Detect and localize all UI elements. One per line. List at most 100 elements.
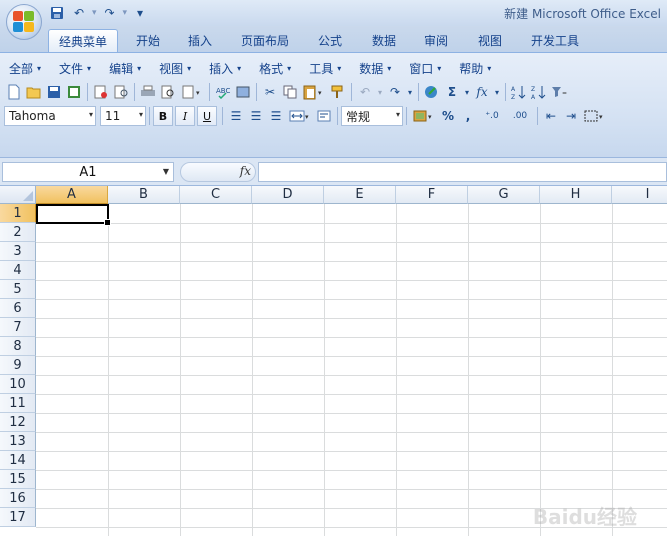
hyperlink-icon[interactable]: [422, 82, 442, 102]
menu-data[interactable]: 数据 ▾: [354, 58, 396, 78]
tab-data[interactable]: 数据: [362, 29, 406, 52]
menu-all[interactable]: 全部 ▾: [4, 58, 46, 78]
row-header-9[interactable]: 9: [0, 356, 36, 375]
number-format-select[interactable]: 常规 ▾: [341, 106, 403, 126]
menu-insert[interactable]: 插入 ▾: [204, 58, 246, 78]
open-folder-icon[interactable]: [24, 82, 44, 102]
research-icon[interactable]: ▾: [178, 82, 206, 102]
column-header-i[interactable]: I: [612, 186, 667, 204]
row-header-2[interactable]: 2: [0, 223, 36, 242]
row-header-13[interactable]: 13: [0, 432, 36, 451]
menu-edit[interactable]: 编辑 ▾: [104, 58, 146, 78]
menu-format[interactable]: 格式 ▾: [254, 58, 296, 78]
row-header-3[interactable]: 3: [0, 242, 36, 261]
align-left-icon[interactable]: ☰: [226, 106, 246, 126]
tab-view[interactable]: 视图: [468, 29, 512, 52]
redo-icon[interactable]: ↷: [101, 4, 119, 22]
select-all-button[interactable]: [0, 186, 36, 204]
column-header-c[interactable]: C: [180, 186, 252, 204]
increase-decimal-button[interactable]: ⁺.0: [478, 106, 506, 126]
name-box[interactable]: A1 ▼: [2, 162, 174, 182]
menu-tools[interactable]: 工具 ▾: [304, 58, 346, 78]
sort-descending-icon[interactable]: ZA: [529, 82, 549, 102]
decrease-decimal-button[interactable]: .00: [506, 106, 534, 126]
column-header-f[interactable]: F: [396, 186, 468, 204]
tab-classic-menu[interactable]: 经典菜单: [48, 29, 118, 52]
percent-style-button[interactable]: %: [438, 106, 458, 126]
borders-icon[interactable]: ▾: [581, 106, 609, 126]
bold-button[interactable]: B: [153, 106, 173, 126]
copy-icon[interactable]: [280, 82, 300, 102]
tab-review[interactable]: 审阅: [414, 29, 458, 52]
office-button[interactable]: [6, 4, 42, 40]
insert-function-button[interactable]: fx: [240, 164, 251, 178]
paste-icon[interactable]: ▾: [300, 82, 328, 102]
increase-indent-icon[interactable]: ⇥: [561, 106, 581, 126]
insert-function-icon[interactable]: fx: [472, 82, 492, 102]
undo-icon[interactable]: ↶: [355, 82, 375, 102]
undo-dropdown-icon[interactable]: ▾: [375, 82, 385, 102]
format-painter-icon[interactable]: [328, 82, 348, 102]
redo-icon[interactable]: ↷: [385, 82, 405, 102]
row-header-6[interactable]: 6: [0, 299, 36, 318]
align-right-icon[interactable]: ☰: [266, 106, 286, 126]
decrease-indent-icon[interactable]: ⇤: [541, 106, 561, 126]
accounting-format-icon[interactable]: ▾: [410, 106, 438, 126]
row-header-17[interactable]: 17: [0, 508, 36, 527]
align-center-icon[interactable]: ☰: [246, 106, 266, 126]
row-header-4[interactable]: 4: [0, 261, 36, 280]
permission-icon[interactable]: [64, 82, 84, 102]
row-header-1[interactable]: 1: [0, 204, 36, 223]
undo-icon[interactable]: ↶: [70, 4, 88, 22]
tab-insert[interactable]: 插入: [178, 29, 222, 52]
menu-view[interactable]: 视图 ▾: [154, 58, 196, 78]
save-icon[interactable]: [48, 4, 66, 22]
worksheet-grid[interactable]: A B C D E F G H I 1 2 3 4 5 6 7 8 9 10 11 12 13 14 15 16 17: [0, 186, 667, 536]
new-document-icon[interactable]: [4, 82, 24, 102]
column-header-d[interactable]: D: [252, 186, 324, 204]
insert-function-dropdown-icon[interactable]: ▾: [492, 82, 502, 102]
column-header-h[interactable]: H: [540, 186, 612, 204]
row-header-15[interactable]: 15: [0, 470, 36, 489]
row-header-5[interactable]: 5: [0, 280, 36, 299]
sort-ascending-icon[interactable]: AZ: [509, 82, 529, 102]
undo-dropdown-icon[interactable]: ▾: [92, 8, 97, 18]
row-header-12[interactable]: 12: [0, 413, 36, 432]
underline-button[interactable]: U: [197, 106, 217, 126]
tab-page-layout[interactable]: 页面布局: [232, 29, 298, 52]
font-name-select[interactable]: Tahoma ▾: [4, 106, 96, 126]
customize-qat-icon[interactable]: ▾: [131, 4, 149, 22]
comma-style-button[interactable]: ,: [458, 106, 478, 126]
spelling-icon[interactable]: ABC: [213, 82, 233, 102]
research-book-icon[interactable]: [233, 82, 253, 102]
column-header-a[interactable]: A: [36, 186, 108, 204]
column-header-b[interactable]: B: [108, 186, 180, 204]
redo-dropdown-icon[interactable]: ▾: [405, 82, 415, 102]
cut-icon[interactable]: ✂: [260, 82, 280, 102]
tab-developer[interactable]: 开发工具: [522, 29, 588, 52]
print-icon[interactable]: [138, 82, 158, 102]
row-header-8[interactable]: 8: [0, 337, 36, 356]
font-size-select[interactable]: 11 ▾: [100, 106, 146, 126]
italic-button[interactable]: I: [175, 106, 195, 126]
wrap-text-icon[interactable]: [314, 106, 334, 126]
column-header-g[interactable]: G: [468, 186, 540, 204]
redo-dropdown-icon[interactable]: ▾: [123, 8, 128, 18]
preview-icon[interactable]: [158, 82, 178, 102]
autosum-dropdown-icon[interactable]: ▾: [462, 82, 472, 102]
autosum-icon[interactable]: Σ: [442, 82, 462, 102]
menu-window[interactable]: 窗口 ▾: [404, 58, 446, 78]
row-header-10[interactable]: 10: [0, 375, 36, 394]
row-header-11[interactable]: 11: [0, 394, 36, 413]
filter-icon[interactable]: =: [549, 82, 569, 102]
row-header-16[interactable]: 16: [0, 489, 36, 508]
formula-input[interactable]: [258, 162, 667, 182]
email-icon[interactable]: [91, 82, 111, 102]
save-icon[interactable]: [44, 82, 64, 102]
tab-home[interactable]: 开始: [126, 29, 170, 52]
row-header-14[interactable]: 14: [0, 451, 36, 470]
print-preview-icon[interactable]: [111, 82, 131, 102]
menu-help[interactable]: 帮助 ▾: [454, 58, 496, 78]
row-header-7[interactable]: 7: [0, 318, 36, 337]
tab-formulas[interactable]: 公式: [308, 29, 352, 52]
